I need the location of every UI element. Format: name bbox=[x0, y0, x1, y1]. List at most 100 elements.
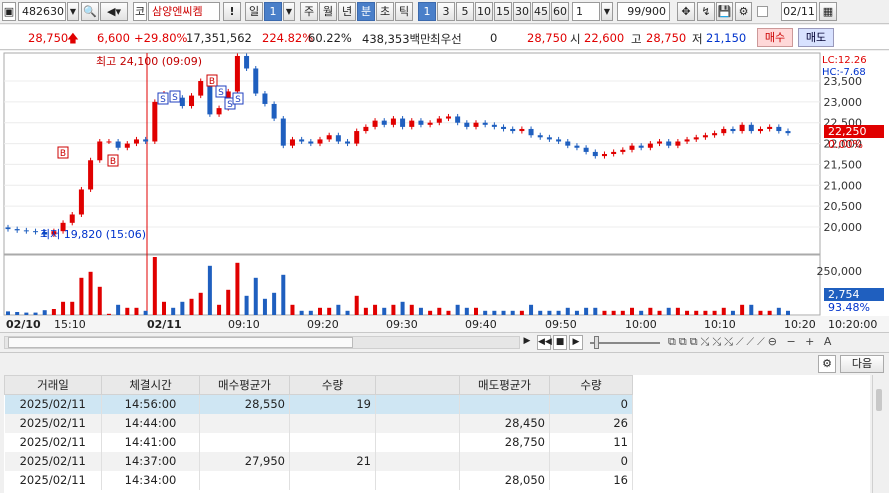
volume-bar bbox=[675, 307, 680, 315]
next-button[interactable]: 다음 bbox=[840, 355, 884, 373]
header-trade-date[interactable]: 거래일 bbox=[4, 375, 102, 395]
buy-button[interactable]: 매수 bbox=[757, 28, 793, 47]
candle-body bbox=[354, 131, 360, 144]
custom-interval-dropdown[interactable]: ▼ bbox=[601, 2, 613, 21]
chart-svg[interactable]: 23,50023,00022,50022,00021,50021,00020,5… bbox=[0, 51, 889, 332]
count-display[interactable]: 99/900 bbox=[617, 2, 670, 21]
stock-code-input[interactable]: 482630 bbox=[18, 2, 66, 21]
date-checkbox[interactable] bbox=[757, 6, 768, 17]
sound-icon[interactable]: ◀▾ bbox=[100, 2, 128, 21]
signal-marker: B bbox=[209, 77, 215, 87]
period-tick-button[interactable]: 틱 bbox=[395, 2, 413, 21]
volume-bar bbox=[116, 304, 121, 315]
interval-10-button[interactable]: 10 bbox=[475, 2, 493, 21]
period-week-button[interactable]: 주 bbox=[300, 2, 318, 21]
scroll-right-icon[interactable]: ▶ bbox=[521, 336, 533, 349]
table-header-row: 거래일 체결시간 매수평균가 수량 매도평균가 수량 bbox=[4, 375, 633, 395]
volume-bar bbox=[97, 286, 102, 315]
time-tick-label: 09:50 bbox=[545, 318, 577, 331]
stock-name-field[interactable]: 삼양엔씨켐 bbox=[148, 2, 220, 21]
custom-interval-input[interactable]: 1 bbox=[572, 2, 600, 21]
search-icon[interactable]: 🔍 bbox=[81, 2, 99, 21]
stock-code-dropdown[interactable]: ▼ bbox=[67, 2, 79, 21]
zoom-slider-handle[interactable] bbox=[594, 336, 599, 349]
volume-bar bbox=[694, 310, 699, 315]
signal-marker: S bbox=[160, 95, 166, 105]
volume-bar bbox=[162, 301, 166, 315]
interval-60-button[interactable]: 60 bbox=[551, 2, 569, 21]
scroll-thumb[interactable] bbox=[8, 337, 353, 348]
header-blank bbox=[375, 375, 460, 395]
price-chart[interactable]: 23,500 23,000 22,500 22,000 21,500 21,000 20,5… bbox=[0, 51, 889, 351]
interval-5-button[interactable]: 5 bbox=[456, 2, 474, 21]
candle-body bbox=[189, 95, 195, 107]
candle-body bbox=[537, 135, 543, 138]
period-count-dropdown[interactable]: ▼ bbox=[283, 2, 295, 21]
layout-icon[interactable]: ▣ bbox=[2, 2, 16, 21]
drawing-tools-icon[interactable]: ⧉⧉⧉⤯⤯⤯⟋⟋⟋⊖ − + A bbox=[668, 335, 878, 350]
interval-30-button[interactable]: 30 bbox=[513, 2, 531, 21]
grid-vertical-scrollbar[interactable] bbox=[872, 375, 886, 493]
volume-bar bbox=[639, 310, 644, 315]
play-icon[interactable]: ▶ bbox=[569, 335, 583, 350]
exec-time-cell: 14:44:00 bbox=[101, 413, 200, 433]
header-buy-qty[interactable]: 수량 bbox=[289, 375, 376, 395]
interval-15-button[interactable]: 15 bbox=[494, 2, 512, 21]
table-row[interactable]: 2025/02/11 14:56:00 28,550 19 0 bbox=[4, 394, 633, 414]
grid-scroll-thumb[interactable] bbox=[876, 389, 882, 411]
volume-bar bbox=[180, 301, 185, 315]
pattern-icon[interactable]: ↯ bbox=[697, 2, 715, 21]
volume-bar bbox=[483, 310, 488, 315]
table-row[interactable]: 2025/02/11 14:37:00 27,950 21 0 bbox=[4, 451, 633, 471]
period-month-button[interactable]: 월 bbox=[319, 2, 337, 21]
candle-body bbox=[326, 135, 332, 140]
rewind-icon[interactable]: ◀◀ bbox=[537, 335, 552, 350]
calendar-icon[interactable]: ▦ bbox=[819, 2, 837, 21]
zoom-slider[interactable] bbox=[590, 342, 660, 344]
header-exec-time[interactable]: 체결시간 bbox=[101, 375, 200, 395]
exec-time-cell: 14:41:00 bbox=[101, 432, 200, 452]
candle-body bbox=[381, 120, 387, 125]
period-minute-button[interactable]: 분 bbox=[357, 2, 375, 21]
period-count-field[interactable]: 1 bbox=[264, 2, 282, 21]
interval-45-button[interactable]: 45 bbox=[532, 2, 550, 21]
date-input[interactable]: 02/11 bbox=[781, 2, 817, 21]
volume-bar bbox=[363, 307, 368, 315]
table-row[interactable]: 2025/02/11 14:41:00 28,750 11 bbox=[4, 432, 633, 452]
volume-bar bbox=[703, 310, 708, 315]
stop-icon[interactable]: ■ bbox=[553, 335, 567, 350]
settings-gear-icon[interactable]: ⚙ bbox=[818, 355, 836, 373]
volume-bar bbox=[327, 307, 332, 315]
crosshair-icon[interactable]: ✥ bbox=[677, 2, 695, 21]
gear-icon[interactable]: ⚙ bbox=[735, 2, 752, 21]
save-icon[interactable]: 💾 bbox=[716, 2, 733, 21]
table-row[interactable]: 2025/02/11 14:44:00 28,450 26 bbox=[4, 413, 633, 433]
market-label: 코 bbox=[133, 2, 147, 21]
header-sell-avg[interactable]: 매도평균가 bbox=[459, 375, 550, 395]
period-year-button[interactable]: 년 bbox=[338, 2, 356, 21]
volume-tag: 2,754 bbox=[828, 288, 860, 301]
time-tick-label: 02/11 bbox=[147, 318, 182, 331]
change-percent: +29.80% bbox=[134, 31, 188, 45]
volume-bar bbox=[538, 310, 543, 315]
time-tick-label: 09:20 bbox=[307, 318, 339, 331]
interval-3-button[interactable]: 3 bbox=[437, 2, 455, 21]
sell-button[interactable]: 매도 bbox=[798, 28, 834, 47]
header-sell-qty[interactable]: 수량 bbox=[549, 375, 633, 395]
candle-body bbox=[702, 135, 708, 138]
chart-scrollbar[interactable]: ▶ ◀◀ ■ ▶ ⧉⧉⧉⤯⤯⤯⟋⟋⟋⊖ − + A bbox=[0, 332, 889, 351]
candle-body bbox=[473, 122, 479, 127]
up-arrow-icon: 🡅 bbox=[67, 31, 79, 45]
candle-body bbox=[124, 143, 130, 148]
candle-body bbox=[611, 151, 617, 154]
table-row[interactable]: 2025/02/11 14:34:00 28,050 16 bbox=[4, 470, 633, 490]
alert-button[interactable]: ! bbox=[223, 2, 241, 21]
header-buy-avg[interactable]: 매수평균가 bbox=[199, 375, 290, 395]
volume-bar bbox=[6, 311, 10, 315]
interval-1-button[interactable]: 1 bbox=[418, 2, 436, 21]
period-second-button[interactable]: 초 bbox=[376, 2, 394, 21]
period-day-button[interactable]: 일 bbox=[245, 2, 263, 21]
volume-bar bbox=[574, 310, 579, 315]
candle-body bbox=[657, 141, 663, 144]
signal-marker: S bbox=[227, 100, 233, 110]
